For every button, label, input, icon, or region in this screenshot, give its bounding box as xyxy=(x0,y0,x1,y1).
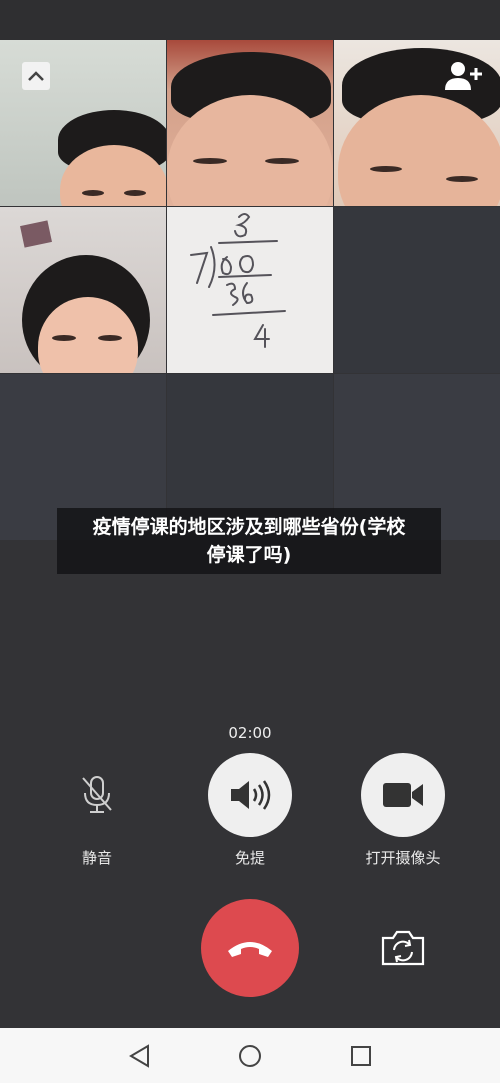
chevron-up-icon xyxy=(28,71,44,81)
caption-line-1: 疫情停课的地区涉及到哪些省份(学校 xyxy=(92,516,406,538)
nav-back-button[interactable] xyxy=(126,1042,154,1070)
microphone-muted-icon xyxy=(82,776,112,813)
camera-button[interactable] xyxy=(361,753,445,837)
video-grid xyxy=(0,40,500,540)
caption-line-2: 停课了吗) xyxy=(206,544,292,566)
circle-home-icon xyxy=(239,1045,261,1067)
mute-control[interactable]: 静音 xyxy=(42,753,152,868)
nav-home-button[interactable] xyxy=(236,1042,264,1070)
square-recent-icon xyxy=(351,1046,371,1066)
speaker-control[interactable]: 免提 xyxy=(195,753,305,868)
system-nav-bar xyxy=(0,1028,500,1083)
phone-hangup-icon xyxy=(228,942,272,957)
camera-control[interactable]: 打开摄像头 xyxy=(348,753,458,868)
hangup-button[interactable] xyxy=(201,899,299,997)
participant-video-5[interactable] xyxy=(167,207,333,373)
triangle-back-icon xyxy=(129,1044,149,1068)
add-user-icon xyxy=(445,62,482,90)
participant-video-2[interactable] xyxy=(167,40,333,206)
add-participant-button[interactable] xyxy=(444,60,484,92)
status-bar xyxy=(0,0,500,40)
call-timer: 02:00 xyxy=(228,724,272,742)
speaker-label: 免提 xyxy=(234,849,265,867)
speaker-button[interactable] xyxy=(208,753,292,837)
empty-video-slot xyxy=(334,207,500,373)
camera-label: 打开摄像头 xyxy=(365,849,441,867)
video-camera-icon xyxy=(383,783,423,807)
nav-recent-button[interactable] xyxy=(347,1042,375,1070)
mute-label: 静音 xyxy=(81,849,112,867)
switch-camera-icon xyxy=(381,930,425,966)
collapse-button[interactable] xyxy=(22,62,50,90)
video-caption: 疫情停课的地区涉及到哪些省份(学校 停课了吗) xyxy=(57,508,441,574)
participant-video-4[interactable] xyxy=(0,207,166,373)
switch-camera-button[interactable] xyxy=(379,928,427,968)
speaker-icon xyxy=(231,780,271,810)
handwritten-paper xyxy=(167,207,333,373)
mute-button[interactable] xyxy=(55,753,139,837)
